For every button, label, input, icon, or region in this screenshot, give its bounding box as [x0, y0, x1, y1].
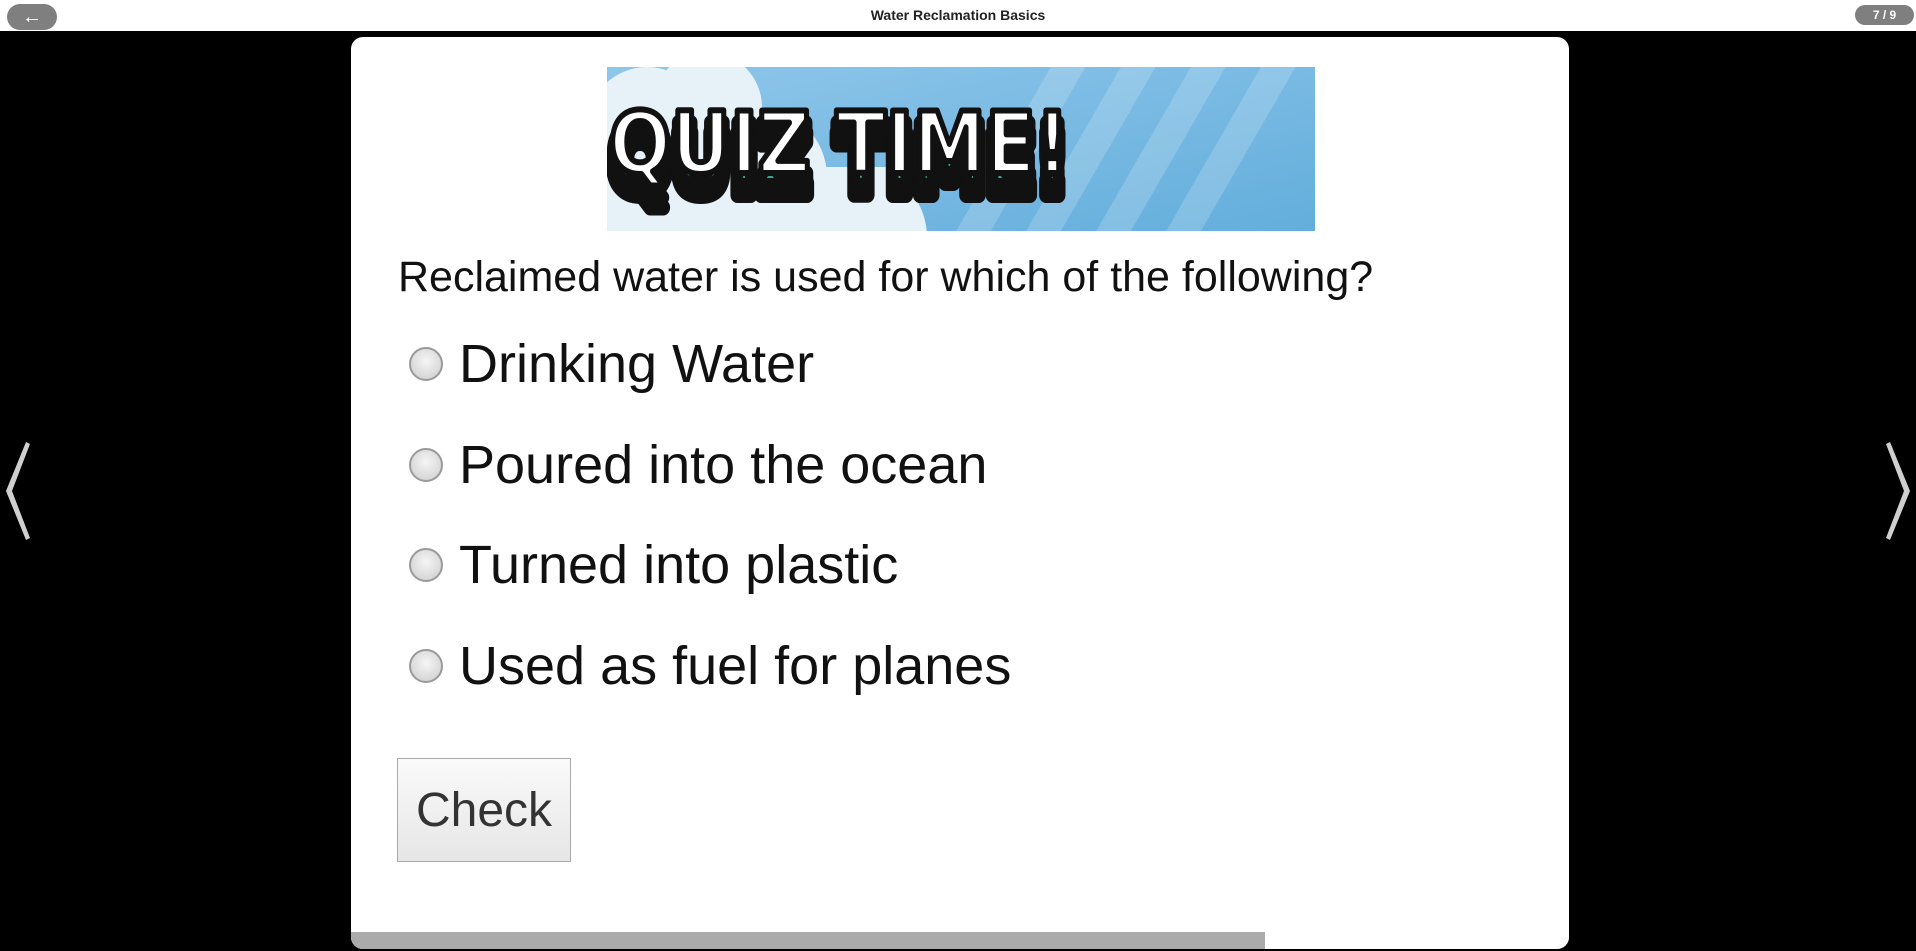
arrow-left-icon: ←	[22, 6, 42, 28]
question-text: Reclaimed water is used for which of the…	[398, 253, 1374, 301]
radio-button[interactable]	[409, 649, 443, 683]
back-button[interactable]: ←	[7, 4, 57, 30]
chevron-right-icon	[1886, 442, 1910, 540]
check-button[interactable]: Check	[397, 758, 571, 862]
answer-option-1[interactable]: Drinking Water	[409, 334, 814, 394]
page-counter: 7 / 9	[1855, 5, 1914, 25]
radio-button[interactable]	[409, 548, 443, 582]
answer-option-3[interactable]: Turned into plastic	[409, 535, 898, 595]
radio-button[interactable]	[409, 347, 443, 381]
answer-option-4[interactable]: Used as fuel for planes	[409, 636, 1011, 696]
answer-label: Poured into the ocean	[459, 435, 988, 495]
previous-page-button[interactable]	[0, 438, 36, 544]
radio-button[interactable]	[409, 448, 443, 482]
quiz-time-banner: QUIZ TIME! QUIZ TIME! QUIZ TIME!	[607, 67, 1315, 231]
answer-option-2[interactable]: Poured into the ocean	[409, 435, 987, 495]
top-bar: Water Reclamation Basics ← 7 / 9	[0, 0, 1916, 31]
next-page-button[interactable]	[1880, 438, 1916, 544]
answer-label: Turned into plastic	[459, 535, 899, 595]
quiz-card: QUIZ TIME! QUIZ TIME! QUIZ TIME! Reclaim…	[351, 37, 1569, 949]
progress-bar	[351, 932, 1569, 949]
document-title: Water Reclamation Basics	[870, 7, 1046, 23]
svg-text:QUIZ TIME!: QUIZ TIME!	[609, 94, 1069, 194]
answer-label: Used as fuel for planes	[459, 636, 1012, 696]
progress-fill	[351, 932, 1265, 949]
chevron-left-icon	[6, 442, 30, 540]
answer-label: Drinking Water	[459, 334, 815, 394]
